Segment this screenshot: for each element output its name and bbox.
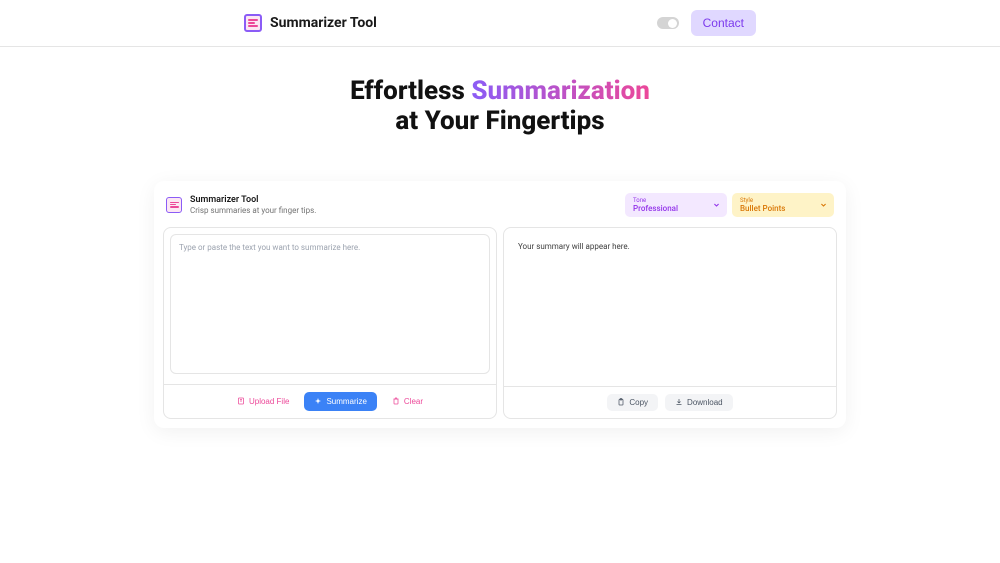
header: Summarizer Tool Contact xyxy=(0,0,1000,47)
copy-button[interactable]: Copy xyxy=(607,394,658,411)
dropdowns: Tone Professional Style Bullet Points xyxy=(625,193,834,217)
upload-file-button[interactable]: Upload File xyxy=(229,393,297,410)
style-dropdown[interactable]: Style Bullet Points xyxy=(732,193,834,217)
upload-label: Upload File xyxy=(249,397,289,406)
tool-title: Summarizer Tool xyxy=(190,195,316,205)
hero-line1-pre: Effortless xyxy=(350,76,471,106)
clear-label: Clear xyxy=(404,397,423,406)
sparkle-icon xyxy=(314,397,322,405)
tool-header: Summarizer Tool Crisp summaries at your … xyxy=(163,190,837,227)
style-value: Bullet Points xyxy=(740,204,814,213)
output-actions: Copy Download xyxy=(504,386,836,418)
brand-name: Summarizer Tool xyxy=(270,15,377,31)
tool-subtitle: Crisp summaries at your finger tips. xyxy=(190,206,316,215)
download-label: Download xyxy=(687,398,723,407)
download-icon xyxy=(675,398,683,406)
copy-label: Copy xyxy=(629,398,648,407)
hero-title: Effortless Summarization at Your Fingert… xyxy=(154,77,846,137)
clipboard-icon xyxy=(617,398,625,406)
output-panel: Your summary will appear here. Copy Down… xyxy=(503,227,837,419)
tone-dropdown[interactable]: Tone Professional xyxy=(625,193,727,217)
upload-icon xyxy=(237,397,245,405)
tool-header-left: Summarizer Tool Crisp summaries at your … xyxy=(166,195,316,215)
input-actions: Upload File Summarize Clear xyxy=(164,384,496,418)
app-logo-icon xyxy=(244,14,262,32)
output-area: Your summary will appear here. xyxy=(504,228,836,386)
input-textarea[interactable] xyxy=(170,234,490,374)
hero-accent: Summarization xyxy=(471,76,650,106)
panels: Upload File Summarize Clear Your summary… xyxy=(163,227,837,419)
tool-card: Summarizer Tool Crisp summaries at your … xyxy=(154,181,846,428)
summarize-label: Summarize xyxy=(326,397,366,406)
chevron-down-icon xyxy=(713,201,720,208)
tone-value: Professional xyxy=(633,204,707,213)
download-button[interactable]: Download xyxy=(665,394,733,411)
input-area xyxy=(164,228,496,384)
header-left: Summarizer Tool xyxy=(244,14,377,32)
input-panel: Upload File Summarize Clear xyxy=(163,227,497,419)
chevron-down-icon xyxy=(820,201,827,208)
theme-toggle[interactable] xyxy=(657,17,679,29)
hero-line2: at Your Fingertips xyxy=(395,106,604,136)
trash-icon xyxy=(392,397,400,405)
style-label: Style xyxy=(740,197,814,204)
output-placeholder: Your summary will appear here. xyxy=(518,242,822,251)
header-right: Contact xyxy=(657,10,756,36)
clear-button[interactable]: Clear xyxy=(384,393,431,410)
tool-logo-icon xyxy=(166,197,182,213)
toggle-thumb xyxy=(668,19,677,28)
summarize-button[interactable]: Summarize xyxy=(304,392,376,411)
tone-label: Tone xyxy=(633,197,707,204)
main: Effortless Summarization at Your Fingert… xyxy=(0,47,1000,428)
contact-button[interactable]: Contact xyxy=(691,10,756,36)
